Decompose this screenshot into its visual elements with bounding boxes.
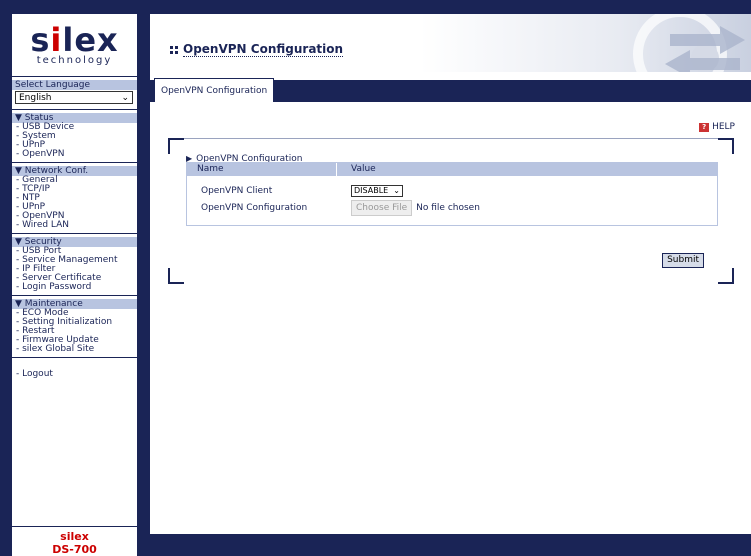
silex-logo: silex technology [12, 14, 137, 77]
help-icon: ? [699, 122, 710, 132]
language-label: Select Language [12, 80, 137, 90]
menu-network-wired-lan[interactable]: - Wired LAN [12, 221, 137, 230]
settings-table: Name Value OpenVPN Client DISABLE ⌄ Open… [186, 162, 718, 226]
header-banner: OpenVPN Configuration [150, 14, 751, 72]
openvpn-client-value: DISABLE [354, 186, 389, 195]
status-section: ▼ Status - USB Device - System - UPnP - … [12, 113, 137, 163]
footer-bar [150, 534, 751, 556]
tab-openvpn-configuration[interactable]: OpenVPN Configuration [154, 78, 275, 102]
menu-maintenance-global-site[interactable]: - silex Global Site [12, 345, 137, 354]
logo-subtitle: technology [36, 54, 113, 66]
column-header-value: Value [351, 164, 376, 174]
table-header: Name Value [187, 163, 717, 176]
help-label: HELP [712, 122, 735, 132]
column-header-name: Name [187, 163, 337, 176]
choose-file-button[interactable]: Choose File [351, 199, 413, 216]
maintenance-section: ▼ Maintenance - ECO Mode - Setting Initi… [12, 299, 137, 358]
main-content: OpenVPN Configuration OpenVPN Configurat… [150, 14, 751, 534]
row-label-openvpn-configuration: OpenVPN Configuration [201, 202, 308, 213]
page: { "logo": {"brand_pre": "s", "brand_i": … [0, 0, 751, 556]
sidebar: silex technology Select Language English… [12, 14, 137, 556]
language-select[interactable]: English ⌄ [15, 91, 133, 104]
network-section: ▼ Network Conf. - General - TCP/IP - NTP… [12, 166, 137, 234]
language-section: Select Language English ⌄ [12, 80, 137, 110]
chevron-down-icon: ⌄ [393, 186, 400, 195]
page-title: OpenVPN Configuration [170, 42, 344, 57]
arrows-graphic-icon [633, 14, 745, 72]
logout-link[interactable]: - Logout [12, 358, 137, 379]
openvpn-client-select[interactable]: DISABLE ⌄ [351, 184, 403, 197]
panel-corner [718, 268, 734, 284]
banner-decoration [420, 14, 751, 72]
menu-security-login-password[interactable]: - Login Password [12, 283, 137, 292]
footer-brand: silex [60, 530, 89, 543]
panel-corner [718, 138, 734, 154]
logo-brand: silex [30, 20, 119, 59]
submit-button[interactable]: Submit [662, 253, 704, 268]
grid-bullet-icon [170, 45, 178, 54]
table-row: OpenVPN Configuration Choose File No fil… [187, 199, 717, 216]
footer-model: DS-700 [52, 543, 97, 556]
device-footer: silex DS-700 [12, 526, 137, 556]
page-title-text: OpenVPN Configuration [183, 42, 344, 57]
table-row: OpenVPN Client DISABLE ⌄ [187, 182, 717, 199]
config-panel: ▶ OpenVPN Configuration Name Value OpenVP… [168, 138, 734, 284]
security-section: ▼ Security - USB Port - Service Manageme… [12, 237, 137, 296]
language-value: English [19, 92, 52, 103]
chevron-down-icon: ⌄ [121, 92, 129, 103]
panel-corner [168, 268, 184, 284]
panel-corner [168, 138, 184, 154]
file-status: No file chosen [416, 202, 480, 213]
row-label-openvpn-client: OpenVPN Client [201, 185, 273, 196]
help-link[interactable]: ? HELP [699, 122, 735, 132]
panel-top-line [182, 138, 720, 139]
menu-status-openvpn[interactable]: - OpenVPN [12, 150, 137, 159]
